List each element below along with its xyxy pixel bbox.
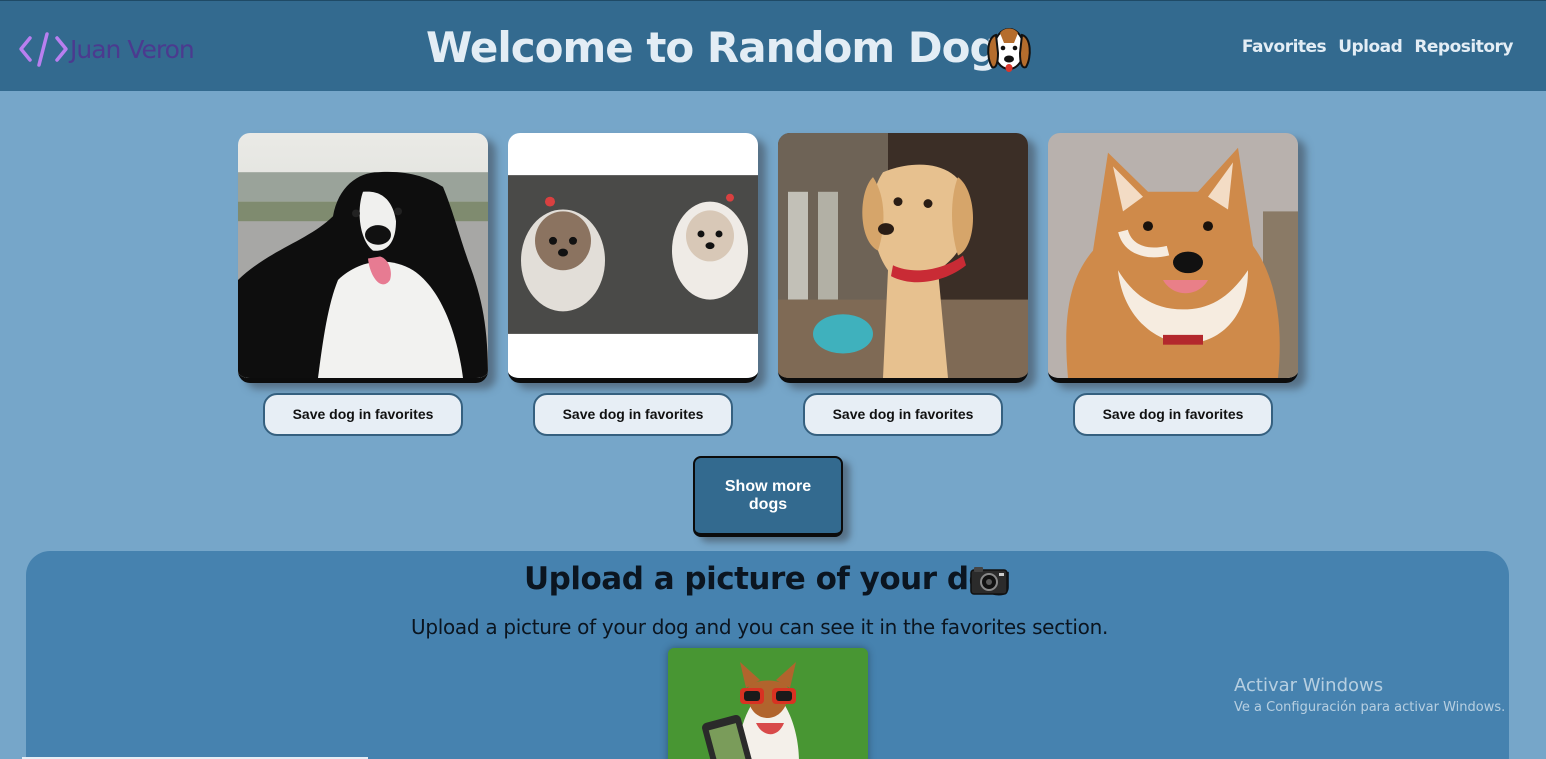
nav-repository[interactable]: Repository [1414,37,1513,57]
upload-description: Upload a picture of your dog and you can… [411,615,1109,639]
brand[interactable]: Juan Veron [18,29,195,69]
watermark-subtitle: Ve a Configuración para activar Windows. [1234,700,1506,715]
camera-icon [970,567,1008,595]
dog-card-3 [778,133,1028,383]
main-nav: Favorites Upload Repository [1242,37,1514,57]
selfie-dog-photo [668,648,868,759]
upload-title: Upload a picture of your dog [524,561,1012,597]
nav-upload[interactable]: Upload [1338,37,1403,57]
havanese-pair-photo [508,133,758,378]
show-more-dogs-button[interactable]: Show more dogs [693,456,843,537]
shiba-inu-photo [1048,133,1298,378]
windows-activation-watermark: Activar Windows Ve a Configuración para … [1234,675,1505,715]
watermark-title: Activar Windows [1234,675,1384,696]
page-title: Welcome to Random Dogs [426,23,1024,72]
dog-card-2 [508,133,758,383]
border-collie-photo [238,133,488,378]
dog-card-1 [238,133,488,383]
save-favorite-button-2[interactable]: Save dog in favorites [533,393,733,436]
golden-retriever-puppy-photo [778,133,1028,378]
dog-face-icon [987,28,1031,72]
save-favorite-button-1[interactable]: Save dog in favorites [263,393,463,436]
code-brackets-icon [19,32,68,67]
brand-name: Juan Veron [70,34,195,64]
nav-favorites[interactable]: Favorites [1242,37,1327,57]
site-header: Juan Veron Welcome to Random Dogs Favori… [0,0,1546,91]
dog-card-4 [1048,133,1298,383]
upload-preview-image [668,648,868,759]
upload-section: Upload a picture of your dog Upload a pi… [26,551,1509,759]
save-favorite-button-4[interactable]: Save dog in favorites [1073,393,1273,436]
save-favorite-button-3[interactable]: Save dog in favorites [803,393,1003,436]
